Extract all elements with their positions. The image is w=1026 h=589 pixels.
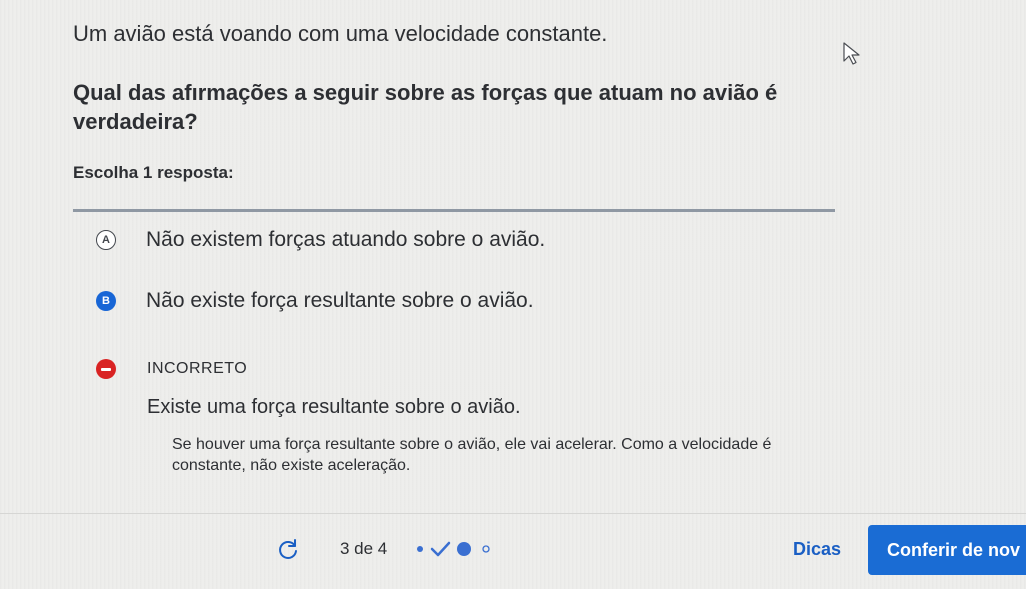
hints-button[interactable]: Dicas [793, 539, 841, 560]
progress-counter: 3 de 4 [340, 539, 388, 558]
progress-dots [417, 541, 490, 557]
option-letter-badge: A [96, 230, 116, 250]
answer-option-b[interactable]: B Não existe força resultante sobre o av… [96, 289, 534, 313]
exercise-screen: Um avião está voando com uma velocidade … [0, 0, 1026, 589]
answer-option-a[interactable]: A Não existem forças atuando sobre o avi… [96, 228, 545, 252]
divider [73, 209, 835, 212]
progress-dot-empty [482, 545, 490, 553]
progress-check-icon [430, 541, 451, 557]
question-text: Qual das afırmações a seguir sobre as fo… [73, 80, 778, 134]
incorrect-icon [96, 359, 116, 379]
feedback-header: INCORRETO [96, 359, 247, 379]
feedback-title: Existe uma força resultante sobre o aviã… [147, 396, 521, 418]
feedback-status: INCORRETO [147, 360, 248, 377]
mouse-cursor-icon [843, 42, 860, 65]
feedback-explanation: Se houver uma força resultante sobre o a… [172, 436, 772, 474]
option-letter-badge-selected: B [96, 291, 116, 311]
footer-divider [0, 513, 1026, 514]
progress-dot-filled [417, 546, 423, 552]
question-intro: Um avião está voando com uma velocidade … [73, 21, 608, 46]
check-again-button[interactable]: Conferir de nov [868, 525, 1026, 575]
option-label: Não existe força resultante sobre o aviã… [146, 289, 534, 312]
option-label: Não existem forças atuando sobre o avião… [146, 228, 546, 251]
reload-icon[interactable] [276, 537, 300, 561]
progress-dot-current [457, 542, 471, 556]
answer-instruction: Escolha 1 resposta: [73, 163, 234, 182]
